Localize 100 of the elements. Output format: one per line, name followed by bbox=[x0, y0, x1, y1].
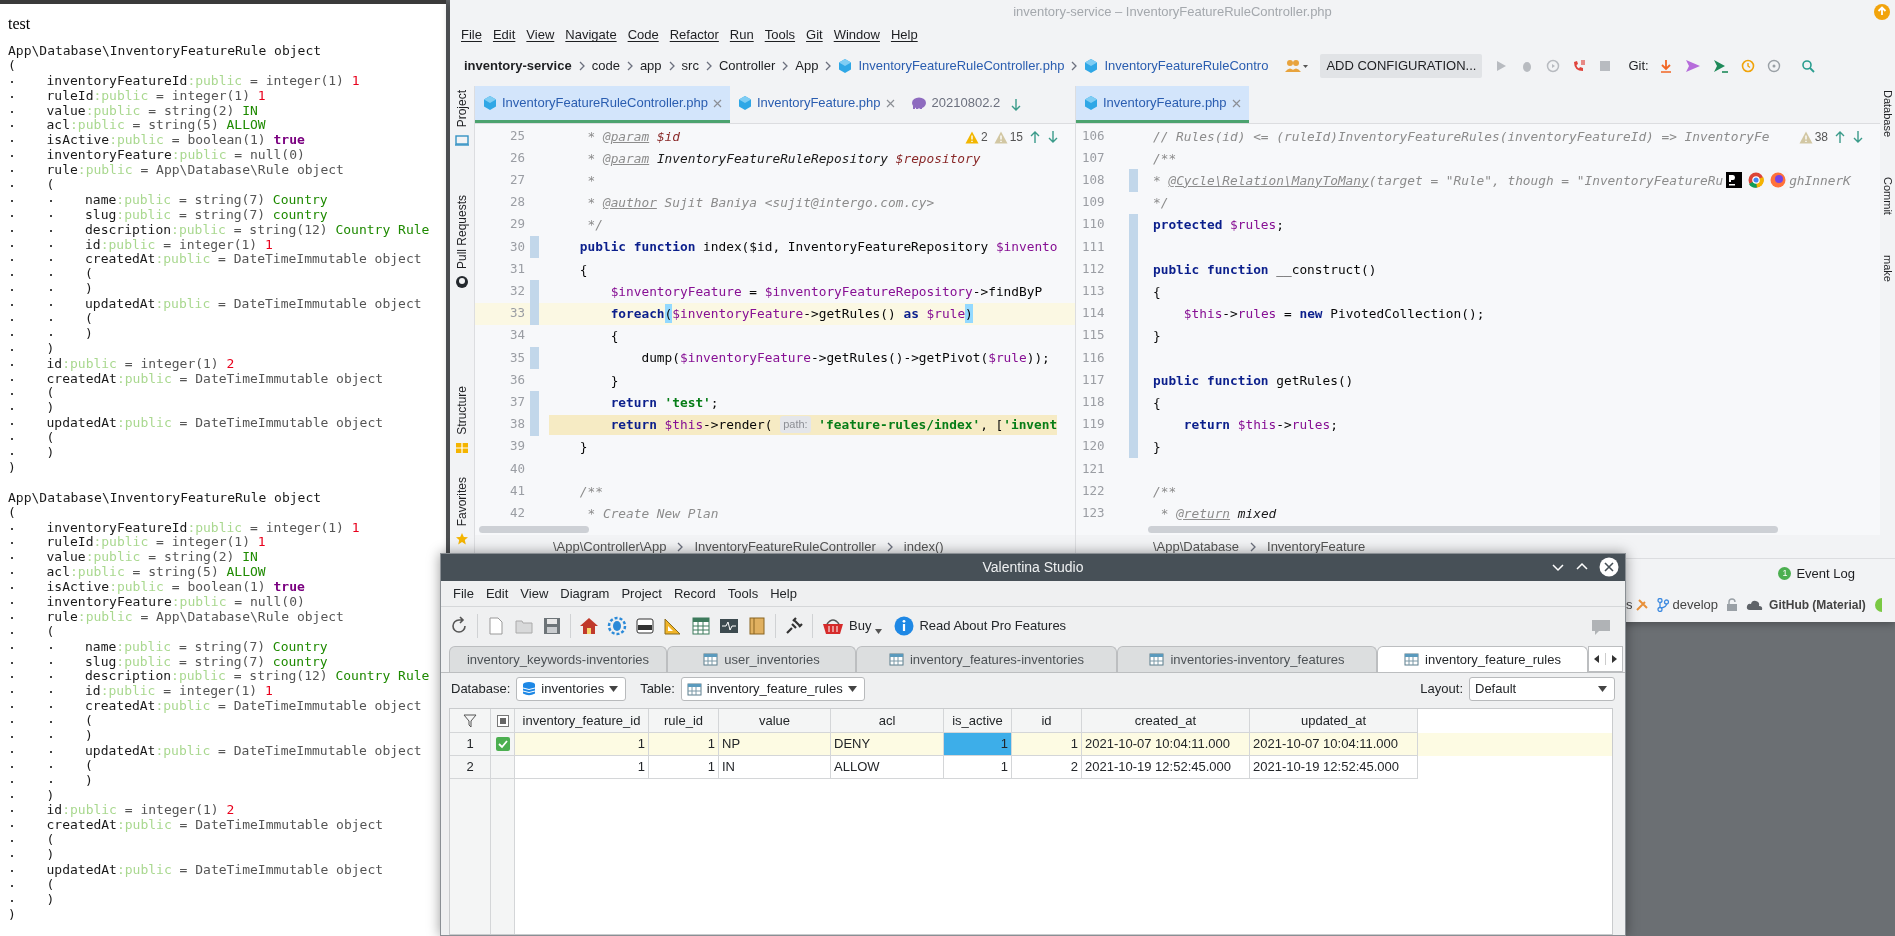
book-icon[interactable] bbox=[747, 616, 767, 636]
column-header[interactable]: value bbox=[719, 709, 831, 733]
table-icon[interactable] bbox=[691, 616, 711, 636]
table-cell[interactable]: NP bbox=[719, 733, 831, 756]
menu-item[interactable]: File bbox=[456, 25, 487, 45]
menu-item[interactable]: Code bbox=[622, 25, 664, 45]
home-icon[interactable] bbox=[579, 616, 599, 636]
menu-item[interactable]: Diagram bbox=[554, 583, 616, 604]
filter-icon[interactable] bbox=[463, 713, 477, 728]
table-cell[interactable]: 1 bbox=[515, 756, 649, 779]
menu-item[interactable]: Help bbox=[764, 583, 803, 604]
menu-item[interactable]: Project bbox=[615, 583, 668, 604]
table-tab[interactable]: user_inventories bbox=[667, 646, 856, 672]
github-icon[interactable] bbox=[455, 275, 469, 290]
tool-window-tab[interactable]: Structure bbox=[453, 385, 471, 435]
arrow-up-icon[interactable] bbox=[1029, 130, 1041, 144]
editor-tab[interactable]: InventoryFeatureRuleController.php bbox=[475, 86, 730, 123]
table-tab[interactable]: inventory_feature_rules bbox=[1377, 646, 1588, 672]
breadcrumb[interactable]: app bbox=[639, 56, 662, 76]
update-icon[interactable] bbox=[1873, 3, 1891, 21]
column-header[interactable]: id bbox=[1012, 709, 1082, 733]
buy-button[interactable]: Buy bbox=[821, 616, 883, 636]
menu-item[interactable]: View bbox=[521, 25, 560, 45]
check-icon[interactable] bbox=[495, 737, 510, 751]
row-marker-cell[interactable] bbox=[491, 756, 515, 779]
rollback-icon[interactable] bbox=[1766, 59, 1781, 73]
column-header[interactable]: created_at bbox=[1082, 709, 1250, 733]
editor-tab[interactable]: 20210802.2 bbox=[902, 86, 1009, 123]
breadcrumb[interactable]: \App\Database bbox=[1153, 536, 1239, 557]
table-cell[interactable]: 2021-10-19 12:52:45.000 bbox=[1082, 756, 1250, 779]
menu-item[interactable]: Tools bbox=[721, 583, 765, 604]
status-widget[interactable]: s bbox=[1626, 595, 1649, 615]
download-arrow-icon[interactable] bbox=[1658, 59, 1673, 73]
arrow-up-icon[interactable] bbox=[1834, 130, 1846, 144]
monitor-icon[interactable] bbox=[455, 133, 469, 148]
column-header[interactable]: updated_at bbox=[1250, 709, 1418, 733]
search-icon[interactable] bbox=[1800, 59, 1815, 73]
tool-window-tab[interactable]: Pull Requests bbox=[453, 195, 471, 270]
refresh-icon[interactable] bbox=[449, 616, 469, 636]
column-header[interactable]: rule_id bbox=[649, 709, 719, 733]
breadcrumb[interactable]: inventory-service bbox=[464, 56, 572, 76]
breadcrumb[interactable]: Controller bbox=[718, 56, 776, 76]
structure-icon[interactable] bbox=[455, 440, 469, 455]
row-marker-cell[interactable] bbox=[491, 733, 515, 756]
breadcrumb[interactable]: index() bbox=[903, 536, 944, 557]
table-cell[interactable]: IN bbox=[719, 756, 831, 779]
menu-item[interactable]: Edit bbox=[479, 583, 515, 604]
menu-item[interactable]: Run bbox=[724, 25, 759, 45]
run-configuration-button[interactable]: ADD CONFIGURATION... bbox=[1320, 54, 1483, 78]
problem-counter[interactable]: 38 bbox=[1798, 128, 1828, 146]
chrome-icon[interactable] bbox=[1748, 172, 1765, 189]
editor-tab[interactable]: InventoryFeature.php bbox=[729, 86, 903, 123]
breadcrumb[interactable]: InventoryFeatureRuleController.php bbox=[858, 56, 1065, 76]
table-cell[interactable]: 1 bbox=[515, 733, 649, 756]
plug-icon[interactable] bbox=[784, 616, 804, 636]
lock-icon[interactable] bbox=[1726, 598, 1739, 612]
table-cell[interactable]: 2 bbox=[1012, 756, 1082, 779]
problem-counter[interactable]: 15 bbox=[993, 128, 1023, 146]
tool-window-tab[interactable]: Commit bbox=[1880, 177, 1895, 215]
firefox-icon[interactable] bbox=[1770, 172, 1787, 189]
database-dropdown[interactable]: inventories bbox=[516, 677, 627, 701]
pro-features-button[interactable]: Read About Pro Features bbox=[894, 616, 1067, 636]
users-icon[interactable] bbox=[1284, 58, 1309, 74]
horizontal-scrollbar[interactable] bbox=[1148, 526, 1778, 533]
star-icon[interactable] bbox=[455, 532, 469, 546]
layout-dropdown[interactable]: Default bbox=[1469, 677, 1615, 701]
table-cell[interactable]: 2021-10-07 10:04:11.000 bbox=[1082, 733, 1250, 756]
breadcrumb[interactable]: InventoryFeature bbox=[1267, 536, 1366, 557]
save-icon[interactable] bbox=[542, 616, 562, 636]
chat-bubble-icon[interactable] bbox=[1591, 618, 1611, 636]
theme-widget[interactable]: GitHub (Material) bbox=[1746, 596, 1866, 614]
arrow-down-icon[interactable] bbox=[1010, 97, 1023, 112]
coverage-icon[interactable] bbox=[1546, 59, 1561, 73]
phone-icon[interactable] bbox=[1572, 59, 1587, 73]
table-cell[interactable]: 1 bbox=[944, 756, 1012, 779]
menu-item[interactable]: Git bbox=[801, 25, 828, 45]
breadcrumb[interactable]: InventoryFeatureRuleController bbox=[694, 536, 876, 557]
table-cell[interactable]: 2021-10-19 12:52:45.000 bbox=[1250, 756, 1418, 779]
monitor-wave-icon[interactable] bbox=[719, 616, 739, 636]
breadcrumb[interactable]: App bbox=[795, 56, 819, 76]
event-log-tab[interactable]: 1 Event Log bbox=[1778, 563, 1855, 584]
menu-item[interactable]: Window bbox=[828, 25, 885, 45]
table-cell[interactable]: 2021-10-07 10:04:11.000 bbox=[1250, 733, 1418, 756]
breadcrumb[interactable]: \App\Controller\App bbox=[553, 536, 667, 557]
phpstorm-icon[interactable] bbox=[1726, 172, 1743, 189]
table-cell[interactable]: 1 bbox=[649, 733, 719, 756]
column-header[interactable]: inventory_feature_id bbox=[515, 709, 649, 733]
menu-item[interactable]: Navigate bbox=[560, 25, 622, 45]
arrow-down-icon[interactable] bbox=[1852, 130, 1864, 144]
menu-item[interactable]: File bbox=[447, 583, 480, 604]
breadcrumb[interactable]: src bbox=[681, 56, 699, 76]
table-cell[interactable]: 1 bbox=[944, 733, 1012, 756]
breadcrumb[interactable]: InventoryFeatureRuleContro bbox=[1104, 56, 1269, 76]
git-branch-widget[interactable]: develop bbox=[1656, 595, 1719, 615]
tool-window-tab[interactable]: Project bbox=[453, 90, 471, 128]
new-document-icon[interactable] bbox=[486, 616, 506, 636]
table-tab[interactable]: inventory_features-inventories bbox=[856, 646, 1117, 672]
menu-item[interactable]: View bbox=[514, 583, 555, 604]
stop-icon[interactable] bbox=[1598, 59, 1613, 73]
checkbox-header-icon[interactable] bbox=[496, 714, 509, 727]
